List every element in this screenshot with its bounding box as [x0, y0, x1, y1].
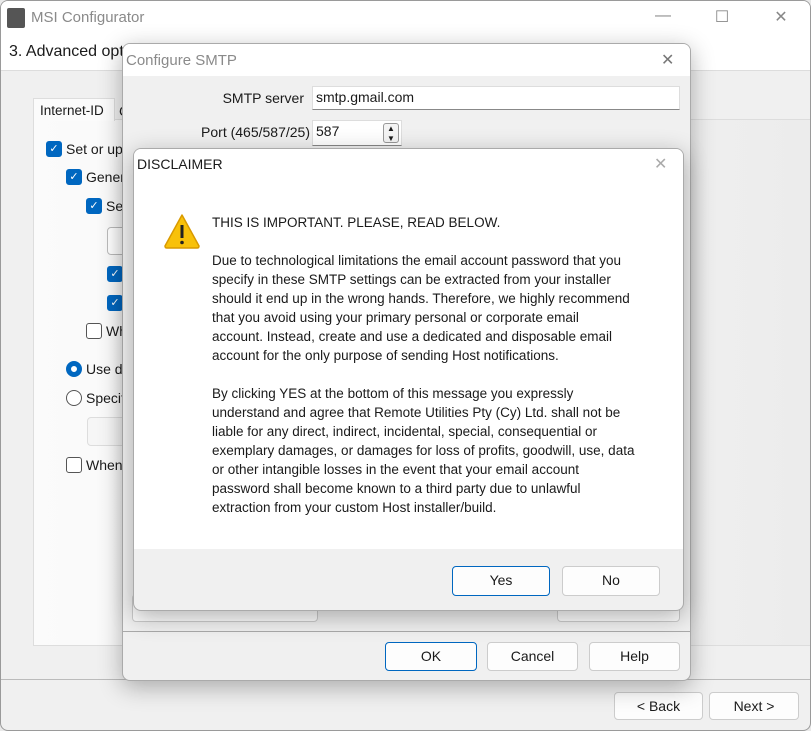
disclaimer-dialog: DISCLAIMER ✕ THIS IS IMPORTANT. PLEASE, … — [133, 148, 684, 611]
checkbox-send[interactable]: ✓ — [86, 198, 102, 214]
text-line: extraction from your custom Host install… — [212, 500, 497, 515]
smtp-dialog-title: Configure SMTP — [126, 52, 237, 69]
checkbox-general[interactable]: ✓ — [66, 169, 82, 185]
disclaimer-paragraph-1: Due to technological limitations the ema… — [212, 251, 630, 365]
text-line: password shall become known to a third p… — [212, 481, 581, 496]
option-label: Gener — [86, 169, 125, 185]
disclaimer-title: DISCLAIMER — [137, 156, 223, 172]
radio-use-default[interactable] — [66, 361, 82, 377]
checkbox-option-4[interactable]: ✓ — [107, 266, 123, 282]
checkbox-wh[interactable] — [86, 323, 102, 339]
smtp-server-input[interactable]: smtp.gmail.com — [312, 86, 680, 110]
text-line: understand and agree that Remote Utiliti… — [212, 405, 621, 420]
checkbox-set-or-update[interactable]: ✓ — [46, 141, 62, 157]
option-label: Set or up — [66, 141, 123, 157]
text-line: liable for any direct, indirect, inciden… — [212, 424, 597, 439]
specify-input[interactable] — [87, 417, 127, 446]
checkbox-when[interactable] — [66, 457, 82, 473]
radio-label: Specif — [86, 390, 125, 406]
disclaimer-close-button[interactable]: ✕ — [654, 154, 667, 174]
no-button[interactable]: No — [562, 566, 660, 596]
port-value: 587 — [316, 123, 340, 139]
smtp-footer-divider — [123, 631, 690, 632]
text-line: specify in these SMTP settings can be ex… — [212, 272, 611, 287]
disclaimer-paragraph-2: By clicking YES at the bottom of this me… — [212, 384, 634, 517]
step-title: 3. Advanced opt — [9, 43, 124, 60]
back-button[interactable]: < Back — [614, 692, 703, 720]
yes-button[interactable]: Yes — [452, 566, 550, 596]
help-button[interactable]: Help — [589, 642, 680, 671]
port-label: Port (465/587/25) — [201, 124, 310, 140]
option-label: When — [86, 457, 123, 473]
smtp-title-bar: Configure SMTP ✕ — [123, 44, 690, 76]
window-title: MSI Configurator — [31, 9, 145, 26]
maximize-button[interactable]: ☐ — [712, 7, 732, 27]
app-icon — [7, 8, 25, 28]
disclaimer-heading: THIS IS IMPORTANT. PLEASE, READ BELOW. — [212, 215, 501, 230]
close-button[interactable]: ✕ — [771, 7, 791, 27]
text-line: account for the only purpose of sending … — [212, 348, 559, 363]
text-line: account. Instead, create and use a dedic… — [212, 329, 613, 344]
text-line: that you avoid using your primary person… — [212, 310, 579, 325]
title-bar: MSI Configurator — ☐ ✕ — [1, 1, 810, 35]
text-line: exemplary damages, or damages for loss o… — [212, 443, 635, 458]
smtp-close-button[interactable]: ✕ — [661, 50, 674, 70]
smtp-server-label: SMTP server — [222, 90, 304, 106]
ok-button[interactable]: OK — [385, 642, 477, 671]
text-line: By clicking YES at the bottom of this me… — [212, 386, 574, 401]
warning-icon — [164, 214, 200, 249]
checkbox-option-5[interactable]: ✓ — [107, 295, 123, 311]
tab-internet-id[interactable]: Internet-ID — [33, 98, 115, 121]
next-button[interactable]: Next > — [709, 692, 799, 720]
radio-specify[interactable] — [66, 390, 82, 406]
text-line: Due to technological limitations the ema… — [212, 253, 621, 268]
minimize-button[interactable]: — — [653, 7, 673, 25]
text-line: should it end up in the wrong hands. The… — [212, 291, 630, 306]
cancel-button[interactable]: Cancel — [487, 642, 578, 671]
option-label: Se — [106, 198, 124, 214]
port-spin-arrows-icon[interactable]: ▲ ▼ — [383, 123, 399, 143]
text-line: or other intangible losses in the event … — [212, 462, 579, 477]
